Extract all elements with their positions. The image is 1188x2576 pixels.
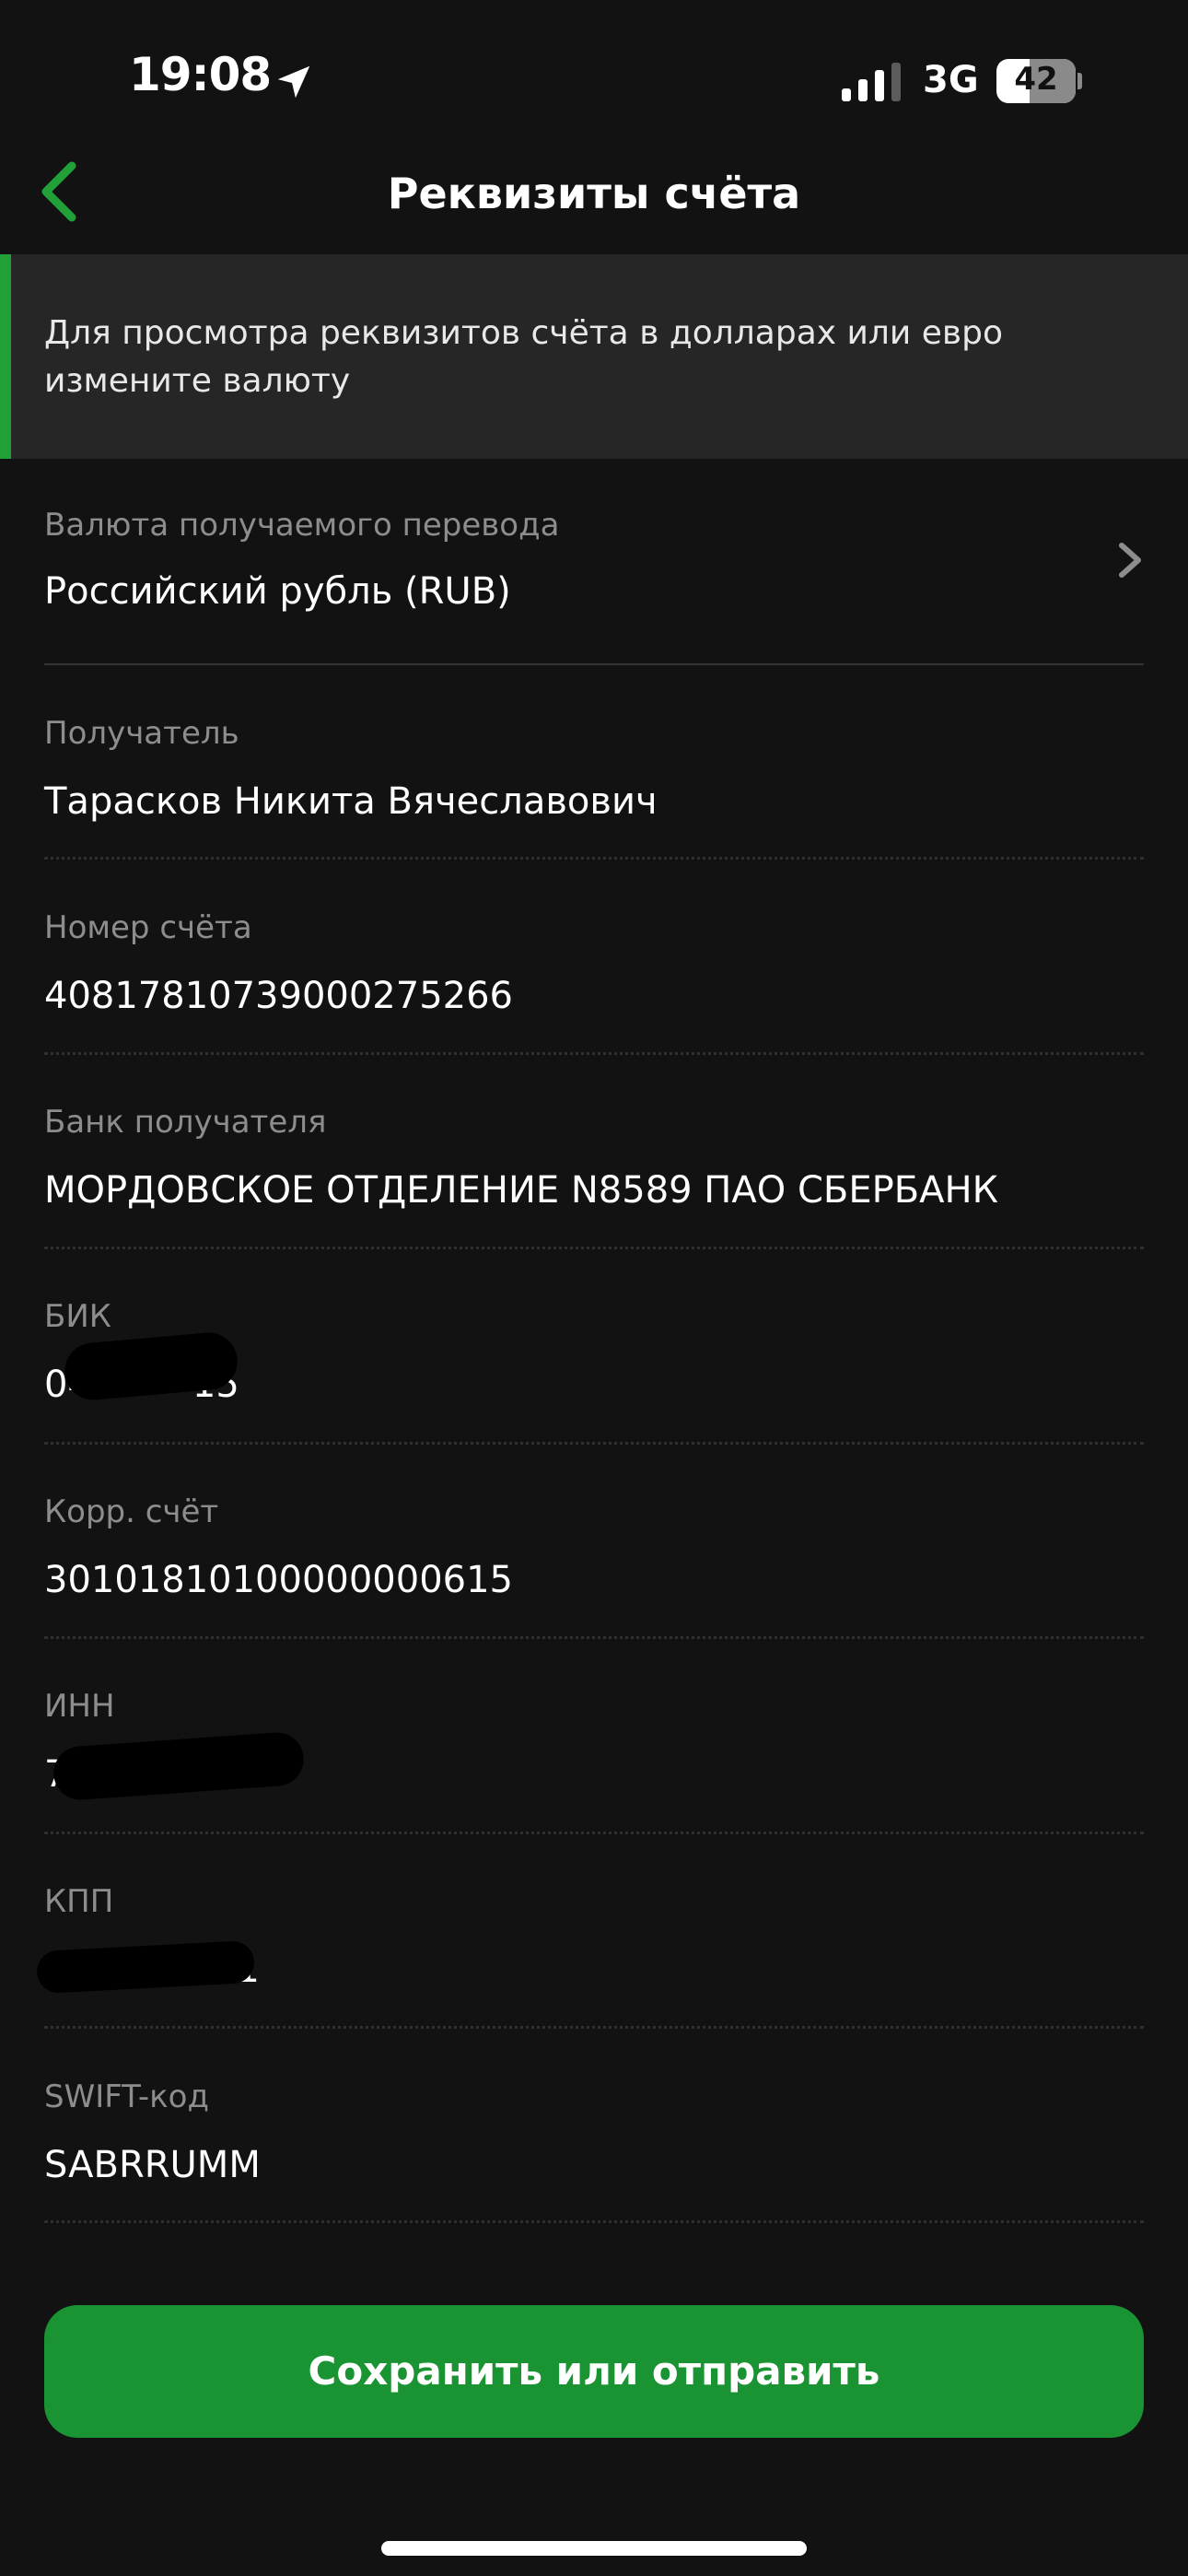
status-time: 19:08	[129, 48, 272, 101]
bank-value: МОРДОВСКОЕ ОТДЕЛЕНИЕ N8589 ПАО СБЕРБАНК	[44, 1169, 998, 1212]
battery-icon: 42	[996, 59, 1083, 103]
divider	[44, 2026, 1144, 2029]
field-recipient-bank[interactable]: Банк получателя МОРДОВСКОЕ ОТДЕЛЕНИЕ N85…	[44, 1102, 1144, 1214]
field-swift[interactable]: SWIFT-код SABRRUMM	[44, 2077, 1144, 2189]
divider	[44, 2220, 1144, 2223]
recipient-label: Получатель	[44, 715, 239, 752]
currency-label: Валюта получаемого перевода	[44, 507, 560, 544]
field-corr-account[interactable]: Корр. счёт 30101810100000000615	[44, 1492, 1144, 1604]
notice-text: Для просмотра реквизитов счёта в доллара…	[44, 314, 1003, 400]
corr-account-value: 30101810100000000615	[44, 1559, 513, 1601]
divider	[44, 1247, 1144, 1249]
divider	[44, 1636, 1144, 1639]
bik-label: БИК	[44, 1298, 111, 1335]
divider	[44, 857, 1144, 860]
bank-label: Банк получателя	[44, 1104, 327, 1141]
status-bar: 19:08 3G 42	[0, 0, 1188, 162]
network-type: 3G	[923, 59, 979, 101]
chevron-right-icon[interactable]	[1116, 542, 1144, 579]
account-number-label: Номер счёта	[44, 909, 252, 946]
swift-label: SWIFT-код	[44, 2078, 209, 2115]
page-title: Реквизиты счёта	[387, 169, 801, 218]
location-arrow-icon	[277, 65, 310, 99]
divider	[44, 1442, 1144, 1445]
divider	[44, 1832, 1144, 1834]
account-number-value: 40817810739000275266	[44, 975, 513, 1017]
currency-value: Российский рубль (RUB)	[44, 570, 511, 613]
currency-notice: Для просмотра реквизитов счёта в доллара…	[0, 254, 1188, 459]
corr-account-label: Корр. счёт	[44, 1493, 219, 1530]
swift-value: SABRRUMM	[44, 2144, 261, 2186]
kpp-label: КПП	[44, 1883, 114, 1920]
home-indicator[interactable]	[381, 2541, 807, 2556]
inn-label: ИНН	[44, 1688, 115, 1725]
divider	[44, 663, 1144, 665]
field-account-number[interactable]: Номер счёта 40817810739000275266	[44, 907, 1144, 1020]
notice-accent-bar	[0, 254, 11, 459]
save-or-send-button[interactable]: Сохранить или отправить	[44, 2305, 1144, 2438]
battery-level: 42	[1014, 61, 1058, 98]
currency-selector[interactable]: Валюта получаемого перевода Российский р…	[44, 505, 1144, 615]
field-recipient[interactable]: Получатель Тарасков Никита Вячеславович	[44, 713, 1144, 825]
divider	[44, 1052, 1144, 1055]
recipient-value: Тарасков Никита Вячеславович	[44, 780, 658, 823]
signal-bars-icon	[842, 63, 901, 101]
